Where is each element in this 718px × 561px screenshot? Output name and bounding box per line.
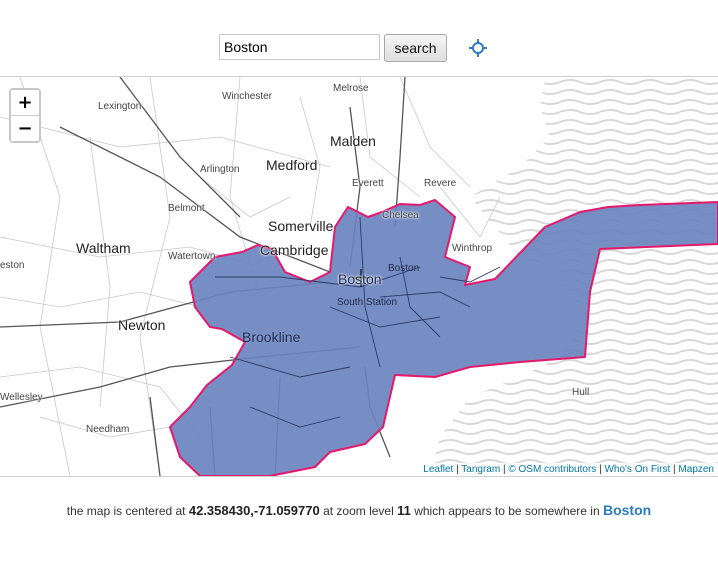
- status-prefix: the map is centered at: [66, 504, 186, 518]
- zoom-control: + −: [9, 88, 41, 143]
- map-label-weston: eston: [0, 260, 25, 271]
- map[interactable]: Lexington Winchester Melrose Malden Medf…: [0, 76, 718, 477]
- map-label-needham: Needham: [86, 424, 130, 435]
- status-zoom-level: 11: [397, 503, 411, 518]
- zoom-out-button[interactable]: −: [11, 115, 39, 141]
- map-label-south-station: South Station: [337, 297, 398, 308]
- map-label-winchester: Winchester: [222, 91, 273, 102]
- search-input[interactable]: [219, 34, 380, 60]
- map-label-newton: Newton: [118, 317, 166, 333]
- map-label-waltham: Waltham: [76, 240, 131, 256]
- crosshair-icon[interactable]: [468, 38, 488, 58]
- map-attribution: Leaflet | Tangram | © OSM contributors |…: [419, 463, 718, 476]
- map-label-melrose: Melrose: [333, 83, 369, 94]
- status-coordinates: 42.358430,-71.059770: [188, 503, 320, 518]
- map-label-chelsea: Chelsea: [382, 210, 419, 221]
- attribution-osm-link[interactable]: © OSM contributors: [508, 464, 596, 475]
- attribution-tangram-link[interactable]: Tangram: [461, 464, 500, 475]
- search-button[interactable]: search: [384, 34, 447, 62]
- map-label-cambridge: Cambridge: [260, 242, 329, 258]
- map-label-somerville: Somerville: [268, 218, 334, 234]
- map-label-revere: Revere: [424, 178, 457, 189]
- map-label-wellesley: Wellesley: [0, 392, 43, 403]
- attribution-mapzen-link[interactable]: Mapzen: [678, 464, 714, 475]
- map-label-lexington: Lexington: [98, 101, 142, 112]
- map-label-boston-east: Boston: [388, 263, 420, 274]
- attribution-wof-link[interactable]: Who's On First: [604, 464, 670, 475]
- zoom-in-button[interactable]: +: [11, 90, 39, 115]
- status-middle: at zoom level: [323, 504, 394, 518]
- map-label-watertown: Watertown: [168, 251, 216, 262]
- map-label-winthrop: Winthrop: [452, 243, 493, 254]
- map-label-boston-center: Boston: [338, 271, 382, 287]
- attribution-leaflet-link[interactable]: Leaflet: [423, 464, 453, 475]
- status-place-link[interactable]: Boston: [603, 502, 651, 518]
- map-label-everett: Everett: [352, 178, 384, 189]
- map-label-malden: Malden: [330, 133, 376, 149]
- map-label-arlington: Arlington: [200, 164, 240, 175]
- map-label-belmont: Belmont: [168, 203, 205, 214]
- status-suffix: which appears to be somewhere in: [414, 504, 600, 518]
- map-label-medford: Medford: [266, 157, 318, 173]
- map-label-brookline: Brookline: [242, 329, 301, 345]
- status-line: the map is centered at 42.358430,-71.059…: [0, 502, 718, 518]
- map-label-hull: Hull: [572, 387, 590, 398]
